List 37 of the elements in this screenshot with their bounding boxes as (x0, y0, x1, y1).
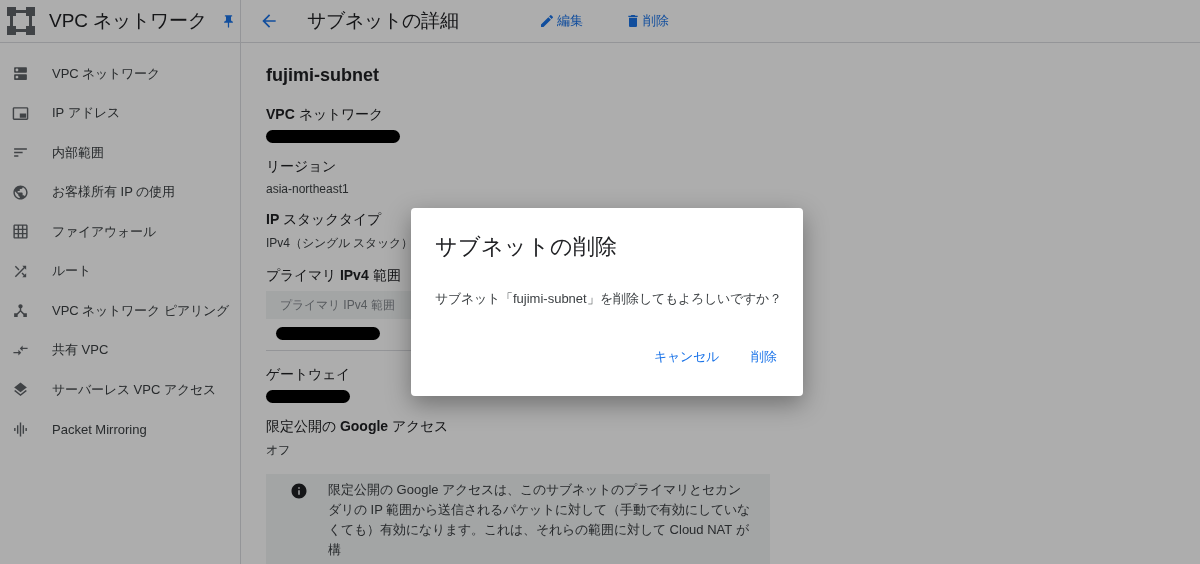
trash-icon (625, 13, 641, 29)
field-value: asia-northeast1 (266, 182, 349, 196)
network-logo-icon (7, 7, 35, 35)
info-text: 限定公開の Google アクセスは、このサブネットのプライマリとセカンダリの IP 範囲から送信されるパケットに対して（手動で有効にしていなくても）有効になります。これは、それらの範囲に対して Cloud NAT が構 (328, 481, 752, 559)
field-label: 限定公開の Google アクセス (266, 418, 448, 436)
edit-button[interactable]: 編集 (531, 8, 591, 34)
sidebar-item[interactable]: VPC ネットワーク ピアリング (0, 291, 240, 331)
waveform-icon (12, 420, 29, 438)
subnet-name: fujimi-subnet (266, 65, 380, 86)
sidebar-item[interactable]: IP アドレス (0, 93, 240, 133)
pencil-icon (539, 13, 555, 29)
info-icon (290, 482, 308, 500)
confirm-delete-button[interactable]: 削除 (739, 342, 789, 372)
field-label: ゲートウェイ (266, 366, 350, 384)
field-label: VPC ネットワーク (266, 106, 383, 124)
field-label: プライマリ IPv4 範囲 (266, 267, 401, 285)
sidebar-item[interactable]: Packet Mirroring (0, 409, 240, 449)
server-icon (12, 65, 29, 83)
field-label: IP スタックタイプ (266, 211, 382, 229)
sidebar-item[interactable]: ルート (0, 251, 240, 291)
sidebar-item[interactable]: ファイアウォール (0, 212, 240, 252)
field-value: オフ (266, 442, 290, 459)
sidebar-item[interactable]: VPC ネットワーク (0, 54, 240, 94)
sidebar-item[interactable]: お客様所有 IP の使用 (0, 172, 240, 212)
sidebar-item[interactable]: サーバーレス VPC アクセス (0, 370, 240, 410)
layers-icon (12, 381, 29, 399)
field-value: IPv4（シングル スタック） (266, 235, 414, 252)
product-title: VPC ネットワーク (49, 9, 208, 33)
cancel-button[interactable]: キャンセル (642, 342, 731, 372)
globe-icon (12, 183, 29, 201)
nodes-icon (12, 302, 29, 320)
page-title: サブネットの詳細 (307, 9, 459, 33)
field-label: リージョン (266, 158, 336, 176)
sidebar-item[interactable]: 共有 VPC (0, 330, 240, 370)
delete-button[interactable]: 削除 (617, 8, 677, 34)
sidebar-item[interactable]: 内部範囲 (0, 133, 240, 173)
dialog-title: サブネットの削除 (435, 233, 618, 261)
